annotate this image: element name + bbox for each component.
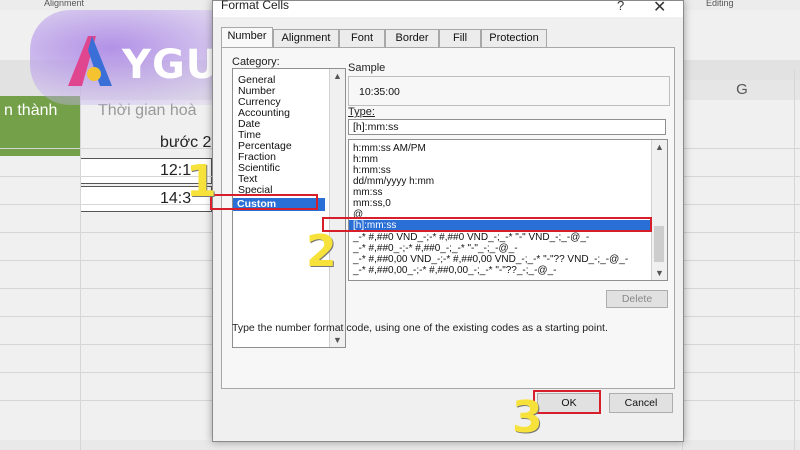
gridline [80, 70, 81, 450]
type-label: Type: [348, 106, 375, 118]
header-cell-completion[interactable]: n thành [0, 96, 80, 156]
category-scrollbar[interactable]: ▲ ▼ [329, 69, 345, 347]
category-label: Category: [232, 56, 280, 68]
format-item[interactable]: h:mm:ss [353, 165, 391, 176]
logo-a-mark-icon [68, 36, 112, 86]
format-item[interactable]: dd/mm/yyyy h:mm [353, 176, 434, 187]
format-item[interactable]: h:mm [353, 154, 378, 165]
format-item[interactable]: _-* #,##0 VND_-;-* #,##0 VND_-;_-* "-" V… [353, 232, 589, 243]
scroll-up-icon[interactable]: ▲ [333, 71, 342, 81]
step-number-3: 3 [512, 392, 543, 443]
scroll-up-icon[interactable]: ▲ [655, 142, 664, 152]
format-item[interactable]: _-* #,##0,00_-;-* #,##0,00_-;_-* "-"??_-… [353, 265, 556, 276]
close-button[interactable]: ✕ [653, 0, 666, 17]
column-header-g[interactable]: G [682, 80, 800, 100]
tab-number[interactable]: Number [221, 27, 273, 48]
ribbon-group-editing: Editing [706, 0, 734, 8]
highlight-custom-category [210, 194, 318, 210]
format-item[interactable]: h:mm:ss AM/PM [353, 143, 426, 154]
format-hint-text: Type the number format code, using one o… [232, 322, 608, 334]
scroll-thumb[interactable] [654, 226, 664, 262]
cancel-button[interactable]: Cancel [609, 393, 673, 413]
help-button[interactable]: ? [617, 0, 624, 13]
scroll-down-icon[interactable]: ▼ [655, 268, 664, 278]
format-item[interactable]: _-* #,##0,00 VND_-;-* #,##0,00 VND_-;_-*… [353, 254, 628, 265]
tab-alignment[interactable]: Alignment [273, 29, 339, 47]
header-cell-time-line2: bước 2 [160, 134, 212, 151]
sample-box: 10:35:00 [348, 76, 670, 106]
sample-value: 10:35:00 [359, 86, 400, 98]
step-number-2: 2 [306, 226, 337, 277]
sample-label: Sample [348, 62, 386, 74]
step-number-1: 1 [186, 156, 217, 207]
type-input[interactable]: [h]:mm:ss [348, 119, 666, 135]
dialog-titlebar: Format Cells ? ✕ [213, 0, 683, 17]
scroll-down-icon[interactable]: ▼ [333, 335, 342, 345]
format-item[interactable]: mm:ss [353, 187, 382, 198]
highlight-ok-button [533, 390, 601, 414]
format-code-list[interactable]: h:mm:ss AM/PM h:mm h:mm:ss dd/mm/yyyy h:… [348, 139, 668, 281]
format-scrollbar[interactable]: ▲ ▼ [651, 140, 667, 280]
gridline [794, 70, 795, 450]
format-item[interactable]: mm:ss,0 [353, 198, 391, 209]
header-cell-completion-text: n thành [4, 102, 58, 119]
tab-border[interactable]: Border [385, 29, 439, 47]
dialog-title: Format Cells [221, 0, 290, 12]
tab-fill[interactable]: Fill [439, 29, 481, 47]
tab-font[interactable]: Font [339, 29, 385, 47]
delete-button[interactable]: Delete [606, 290, 668, 308]
highlight-selected-format [322, 217, 652, 232]
tab-protection[interactable]: Protection [481, 29, 547, 47]
ribbon-group-alignment: Alignment [44, 0, 85, 8]
format-item[interactable]: _-* #,##0_-;-* #,##0_-;_-* "-"_-;_-@_- [353, 243, 518, 254]
